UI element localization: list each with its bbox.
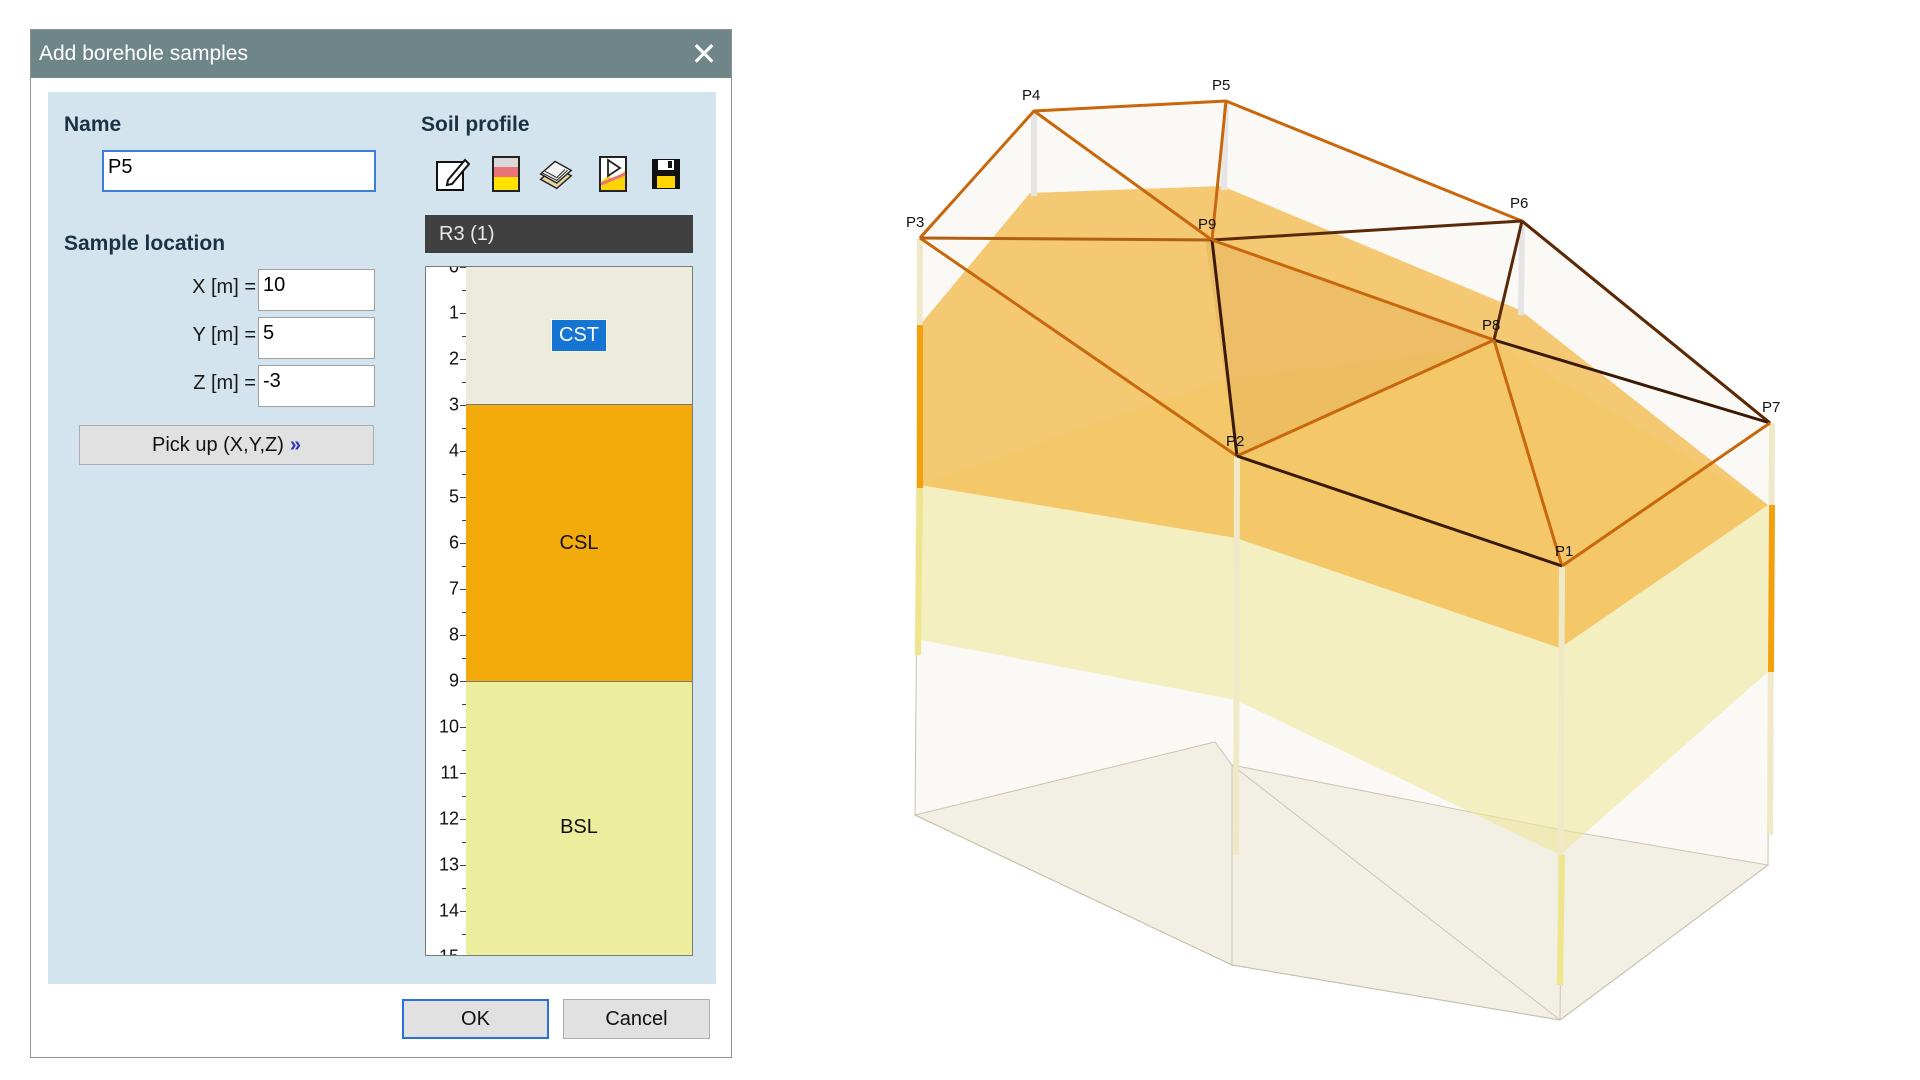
layer-csl[interactable]: CSL — [466, 405, 692, 682]
depth-tick-label: 1 — [448, 302, 459, 323]
dialog-title: Add borehole samples — [39, 42, 248, 65]
pick-up-button[interactable]: Pick up (X,Y,Z)» — [79, 425, 374, 465]
profile-chart-icon[interactable] — [596, 154, 632, 194]
borehole-label-p1: P1 — [1555, 543, 1573, 560]
layer-bsl[interactable]: BSL — [466, 682, 692, 955]
profile-name-bar: R3 (1) — [425, 215, 693, 253]
borehole-label-p9: P9 — [1198, 216, 1216, 233]
borehole-label-p3: P3 — [906, 214, 924, 231]
x-input[interactable]: 10 — [258, 269, 375, 311]
depth-tick-label: 9 — [448, 670, 459, 691]
depth-tick-label: 15 — [439, 947, 459, 956]
borehole-label-p5: P5 — [1212, 77, 1230, 94]
sample-location-label: Sample location — [64, 232, 226, 255]
edit-icon[interactable] — [434, 154, 470, 194]
x-label: X [m] = — [192, 276, 256, 298]
dialog-panel: Name P5 Sample location X [m] = 10 Y [m]… — [48, 92, 716, 984]
layer-csl-label: CSL — [559, 531, 599, 554]
layer-stack-icon[interactable] — [537, 154, 573, 194]
depth-tick-label: 5 — [448, 486, 459, 507]
depth-tick-label: 8 — [448, 624, 459, 645]
layer-cst-label: CST — [551, 319, 607, 352]
name-label: Name — [64, 113, 122, 136]
depth-tick-label: 6 — [448, 532, 459, 553]
depth-tick-label: 7 — [448, 578, 459, 599]
depth-tick-label: 11 — [440, 762, 459, 783]
borehole-label-p2: P2 — [1226, 433, 1244, 450]
y-label: Y [m] = — [192, 324, 256, 346]
double-chevron-icon: » — [289, 434, 302, 456]
dialog-titlebar[interactable]: Add borehole samples ✕ — [31, 30, 731, 78]
save-icon[interactable] — [648, 154, 684, 194]
ok-button[interactable]: OK — [402, 999, 549, 1039]
depth-tick-label: 0 — [448, 266, 459, 277]
close-icon[interactable]: ✕ — [677, 30, 731, 78]
layer-bsl-label: BSL — [560, 815, 598, 838]
soil-profile-label: Soil profile — [421, 113, 530, 136]
borehole-label-p8: P8 — [1482, 317, 1500, 334]
layer-cst[interactable]: CST — [466, 267, 692, 405]
soil-profile-column[interactable]: 0123456789101112131415 CST CSL BSL — [425, 266, 693, 956]
depth-tick-label: 14 — [438, 900, 459, 921]
cancel-button[interactable]: Cancel — [563, 999, 710, 1039]
y-input[interactable]: 5 — [258, 317, 375, 359]
z-input[interactable]: -3 — [258, 365, 375, 407]
borehole-label-p4: P4 — [1022, 87, 1040, 104]
depth-tick-label: 13 — [438, 854, 459, 875]
depth-tick-label: 4 — [448, 440, 459, 461]
borehole-label-p6: P6 — [1510, 195, 1528, 212]
depth-tick-label: 10 — [438, 716, 459, 737]
depth-ruler: 0123456789101112131415 — [426, 267, 467, 955]
name-input[interactable]: P5 — [102, 150, 376, 192]
depth-tick-label: 3 — [448, 394, 459, 415]
borehole-label-p7: P7 — [1762, 399, 1780, 416]
z-label: Z [m] = — [193, 372, 256, 394]
depth-tick-label: 12 — [438, 808, 459, 829]
pick-up-label: Pick up (X,Y,Z) — [151, 434, 284, 456]
soil-layers-icon[interactable] — [488, 154, 524, 194]
model-3d-viewport[interactable]: P1 P2 P3 P4 P5 P6 P7 P8 P9 — [790, 0, 1920, 1080]
depth-tick-label: 2 — [448, 348, 459, 369]
add-borehole-dialog: Add borehole samples ✕ Name P5 Sample lo… — [30, 29, 732, 1058]
